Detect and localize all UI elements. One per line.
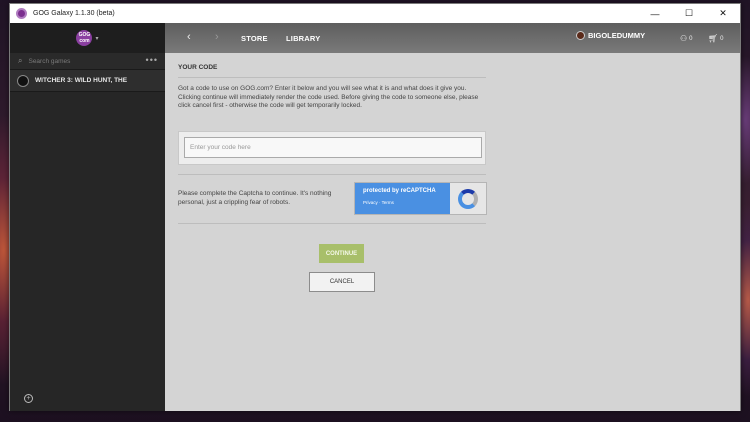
close-button[interactable]: ✕ [706, 4, 740, 23]
divider [178, 174, 486, 175]
top-navigation: ‹ › STORE LIBRARY BIGOLEDUMMY ⚇ 0 🛒︎ 0 [165, 23, 740, 53]
recaptcha-logo-area [450, 183, 486, 214]
captcha-instructions: Please complete the Captcha to continue.… [178, 190, 332, 206]
minimize-button[interactable]: — [638, 4, 672, 23]
gog-app-icon [16, 8, 27, 19]
friends-count: 0 [689, 35, 693, 42]
cart-icon: 🛒︎ [708, 34, 719, 43]
more-options-icon[interactable]: ••• [146, 55, 158, 65]
cart-button[interactable]: 🛒︎ 0 [708, 34, 724, 43]
recaptcha-links[interactable]: Privacy · Terms [363, 200, 450, 205]
gog-galaxy-window: GOG Galaxy 1.1.30 (beta) — ☐ ✕ GOG com ▾… [9, 3, 741, 411]
back-arrow-icon[interactable]: ‹ [187, 31, 191, 43]
search-games-input[interactable]: Search games [28, 58, 70, 65]
user-menu[interactable]: BIGOLEDUMMY [576, 31, 645, 40]
divider [178, 223, 486, 224]
recaptcha-logo-icon [458, 188, 478, 209]
maximize-button[interactable]: ☐ [672, 4, 706, 23]
gog-logo-menu[interactable]: GOG com [76, 30, 93, 46]
sidebar: GOG com ▾ ⌕ Search games ••• WITCHER 3: … [10, 23, 165, 411]
cart-count: 0 [720, 35, 724, 42]
divider [178, 77, 486, 78]
friends-button[interactable]: ⚇ 0 [680, 34, 693, 43]
recaptcha-label: protected by reCAPTCHA [363, 188, 436, 194]
avatar [576, 31, 585, 40]
recaptcha-widget[interactable]: protected by reCAPTCHA Privacy · Terms [354, 182, 487, 215]
cancel-button[interactable]: CANCEL [309, 272, 375, 292]
search-icon: ⌕ [18, 56, 23, 65]
gog-logo-subtext: com [79, 38, 90, 44]
title-bar: GOG Galaxy 1.1.30 (beta) — ☐ ✕ [10, 4, 740, 23]
username: BIGOLEDUMMY [588, 31, 646, 40]
window-title: GOG Galaxy 1.1.30 (beta) [33, 10, 115, 17]
nav-store-link[interactable]: STORE [241, 34, 268, 43]
recaptcha-label-area: protected by reCAPTCHA Privacy · Terms [355, 183, 450, 214]
nav-library-link[interactable]: LIBRARY [286, 34, 320, 43]
redeem-code-page: YOUR CODE Got a code to use on GOG.com? … [165, 53, 740, 411]
forward-arrow-icon[interactable]: › [215, 31, 219, 43]
code-input-panel [178, 131, 486, 165]
continue-button[interactable]: CONTINUE [319, 244, 364, 263]
code-input[interactable] [184, 137, 482, 158]
add-circle-icon[interactable]: + [24, 394, 33, 403]
friends-icon: ⚇ [680, 34, 688, 43]
search-games-bar[interactable]: ⌕ Search games ••• [10, 53, 165, 70]
chevron-down-icon[interactable]: ▾ [95, 35, 98, 42]
game-title: WITCHER 3: WILD HUNT, THE [35, 77, 128, 84]
window-controls: — ☐ ✕ [638, 4, 740, 23]
page-title: YOUR CODE [178, 64, 218, 71]
sidebar-header: GOG com ▾ [10, 23, 165, 53]
game-thumbnail-icon [17, 74, 29, 87]
sidebar-item-game[interactable]: WITCHER 3: WILD HUNT, THE [10, 70, 165, 92]
page-description: Got a code to use on GOG.com? Enter it b… [178, 85, 479, 109]
